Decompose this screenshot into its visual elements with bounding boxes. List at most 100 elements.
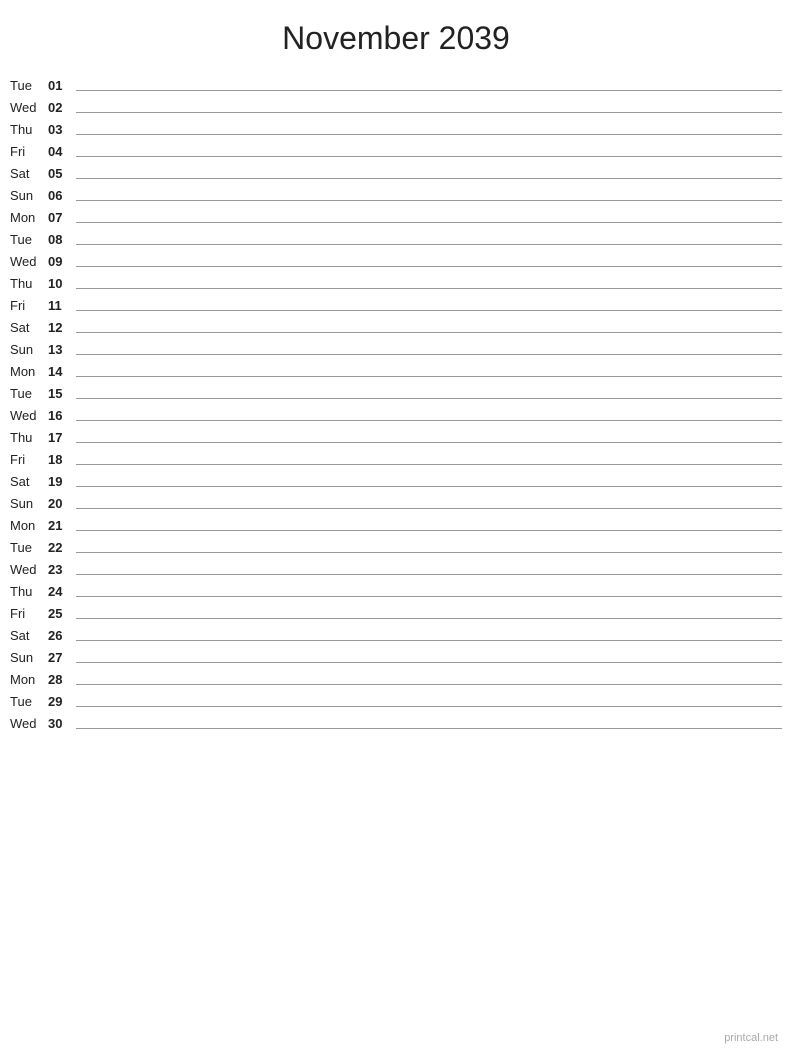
day-label: Sun [10, 496, 48, 513]
table-row: Tue08 [10, 229, 782, 251]
day-label: Mon [10, 210, 48, 227]
day-line-area [76, 603, 782, 623]
day-number: 20 [48, 496, 76, 513]
day-label: Wed [10, 716, 48, 733]
day-number: 26 [48, 628, 76, 645]
day-number: 08 [48, 232, 76, 249]
day-line [76, 163, 782, 179]
table-row: Mon14 [10, 361, 782, 383]
day-label: Sat [10, 474, 48, 491]
day-line [76, 559, 782, 575]
table-row: Tue22 [10, 537, 782, 559]
day-label: Sat [10, 166, 48, 183]
table-row: Fri25 [10, 603, 782, 625]
table-row: Mon21 [10, 515, 782, 537]
day-label: Sun [10, 650, 48, 667]
table-row: Sun06 [10, 185, 782, 207]
day-label: Fri [10, 452, 48, 469]
day-line [76, 383, 782, 399]
day-number: 12 [48, 320, 76, 337]
day-number: 13 [48, 342, 76, 359]
day-line-area [76, 625, 782, 645]
page: November 2039 Tue01Wed02Thu03Fri04Sat05S… [0, 0, 792, 1056]
table-row: Wed30 [10, 713, 782, 735]
table-row: Sat05 [10, 163, 782, 185]
day-number: 06 [48, 188, 76, 205]
day-line [76, 449, 782, 465]
day-number: 14 [48, 364, 76, 381]
day-number: 21 [48, 518, 76, 535]
day-line-area [76, 295, 782, 315]
day-line-area [76, 559, 782, 579]
day-number: 27 [48, 650, 76, 667]
day-line-area [76, 273, 782, 293]
day-line [76, 581, 782, 597]
table-row: Sun20 [10, 493, 782, 515]
day-label: Thu [10, 276, 48, 293]
day-line-area [76, 317, 782, 337]
day-line [76, 669, 782, 685]
day-number: 02 [48, 100, 76, 117]
day-line [76, 251, 782, 267]
table-row: Sat12 [10, 317, 782, 339]
table-row: Fri18 [10, 449, 782, 471]
day-label: Tue [10, 694, 48, 711]
day-line [76, 317, 782, 333]
day-number: 25 [48, 606, 76, 623]
day-line [76, 75, 782, 91]
day-label: Thu [10, 430, 48, 447]
day-line [76, 185, 782, 201]
table-row: Sat26 [10, 625, 782, 647]
day-label: Thu [10, 122, 48, 139]
day-number: 11 [48, 298, 76, 315]
day-number: 17 [48, 430, 76, 447]
watermark: printcal.net [724, 1032, 778, 1044]
calendar-rows: Tue01Wed02Thu03Fri04Sat05Sun06Mon07Tue08… [10, 75, 782, 735]
day-line-area [76, 405, 782, 425]
day-line-area [76, 75, 782, 95]
day-line-area [76, 471, 782, 491]
day-line [76, 97, 782, 113]
table-row: Mon28 [10, 669, 782, 691]
day-line [76, 471, 782, 487]
day-line-area [76, 383, 782, 403]
day-line-area [76, 537, 782, 557]
day-line-area [76, 647, 782, 667]
day-label: Tue [10, 78, 48, 95]
table-row: Sun13 [10, 339, 782, 361]
day-line-area [76, 427, 782, 447]
day-label: Sat [10, 628, 48, 645]
day-line-area [76, 229, 782, 249]
day-label: Mon [10, 364, 48, 381]
page-title: November 2039 [10, 20, 782, 57]
day-line [76, 515, 782, 531]
day-line [76, 273, 782, 289]
table-row: Tue15 [10, 383, 782, 405]
day-line [76, 361, 782, 377]
day-line-area [76, 713, 782, 733]
day-number: 23 [48, 562, 76, 579]
day-number: 07 [48, 210, 76, 227]
day-line [76, 405, 782, 421]
day-line-area [76, 581, 782, 601]
day-label: Mon [10, 518, 48, 535]
day-line-area [76, 185, 782, 205]
day-label: Fri [10, 298, 48, 315]
day-number: 30 [48, 716, 76, 733]
day-label: Fri [10, 144, 48, 161]
table-row: Tue01 [10, 75, 782, 97]
day-line-area [76, 691, 782, 711]
table-row: Thu24 [10, 581, 782, 603]
table-row: Thu10 [10, 273, 782, 295]
day-line-area [76, 493, 782, 513]
day-line [76, 339, 782, 355]
day-line-area [76, 449, 782, 469]
day-number: 01 [48, 78, 76, 95]
table-row: Sat19 [10, 471, 782, 493]
day-label: Mon [10, 672, 48, 689]
day-number: 05 [48, 166, 76, 183]
day-number: 29 [48, 694, 76, 711]
day-line [76, 141, 782, 157]
day-label: Fri [10, 606, 48, 623]
day-line-area [76, 339, 782, 359]
